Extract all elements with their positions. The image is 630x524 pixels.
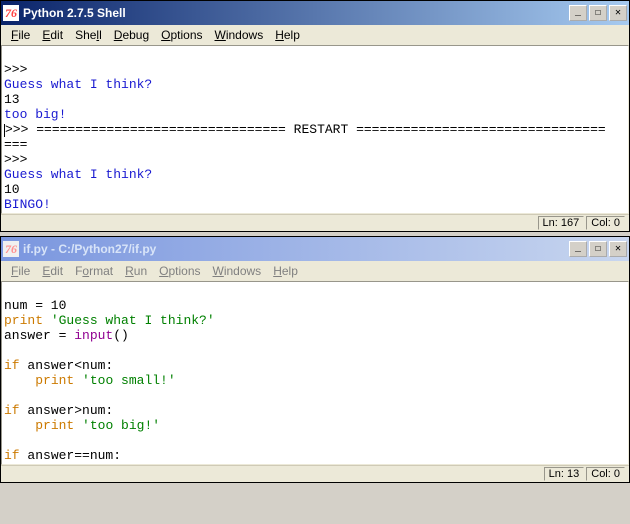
shell-titlebar[interactable]: 76 Python 2.7.5 Shell _ ☐ ✕	[1, 1, 629, 25]
shell-editor[interactable]: >>> Guess what I think? 13 too big! >>> …	[1, 45, 629, 214]
shell-output: Guess what I think?	[4, 77, 152, 92]
keyword: if	[4, 403, 20, 418]
shell-prompt: >>>	[5, 122, 36, 137]
code-line: num = 10	[4, 298, 66, 313]
string-literal: 'too small!'	[82, 373, 176, 388]
editor-window: 76 if.py - C:/Python27/if.py _ ☐ ✕ File …	[0, 236, 630, 483]
shell-statusbar: Ln: 167 Col: 0	[1, 214, 629, 231]
maximize-button[interactable]: ☐	[589, 241, 607, 257]
menu-debug[interactable]: Debug	[108, 27, 155, 43]
status-line: Ln: 13	[544, 467, 585, 481]
editor-titlebar[interactable]: 76 if.py - C:/Python27/if.py _ ☐ ✕	[1, 237, 629, 261]
restart-divider-tail: ===	[4, 137, 27, 152]
shell-window: 76 Python 2.7.5 Shell _ ☐ ✕ File Edit Sh…	[0, 0, 630, 232]
shell-title-text: Python 2.7.5 Shell	[23, 6, 569, 20]
menu-file[interactable]: File	[5, 27, 36, 43]
shell-output: BINGO!	[4, 197, 51, 212]
code-text: answer =	[4, 328, 74, 343]
shell-menubar: File Edit Shell Debug Options Windows He…	[1, 25, 629, 45]
menu-shell[interactable]: Shell	[69, 27, 108, 43]
menu-help[interactable]: Help	[267, 263, 304, 279]
keyword: print	[35, 373, 74, 388]
menu-file[interactable]: File	[5, 263, 36, 279]
shell-output: Guess what I think?	[4, 167, 152, 182]
menu-options[interactable]: Options	[155, 27, 208, 43]
python-icon: 76	[3, 5, 19, 21]
source-editor[interactable]: num = 10 print 'Guess what I think?' ans…	[1, 281, 629, 465]
shell-prompt: >>>	[4, 152, 35, 167]
menu-windows[interactable]: Windows	[209, 27, 270, 43]
editor-statusbar: Ln: 13 Col: 0	[1, 465, 629, 482]
keyword: if	[4, 448, 20, 463]
builtin: input	[74, 328, 113, 343]
close-button[interactable]: ✕	[609, 241, 627, 257]
maximize-button[interactable]: ☐	[589, 5, 607, 21]
menu-edit[interactable]: Edit	[36, 263, 69, 279]
keyword: print	[4, 313, 43, 328]
menu-run[interactable]: Run	[119, 263, 153, 279]
restart-divider: ================================ RESTART…	[36, 122, 606, 137]
editor-menubar: File Edit Format Run Options Windows Hel…	[1, 261, 629, 281]
menu-help[interactable]: Help	[269, 27, 306, 43]
string-literal: 'Guess what I think?'	[51, 313, 215, 328]
status-col: Col: 0	[586, 216, 625, 230]
menu-edit[interactable]: Edit	[36, 27, 69, 43]
minimize-button[interactable]: _	[569, 241, 587, 257]
keyword: if	[4, 358, 20, 373]
menu-options[interactable]: Options	[153, 263, 206, 279]
status-line: Ln: 167	[538, 216, 585, 230]
menu-windows[interactable]: Windows	[207, 263, 268, 279]
shell-prompt: >>>	[4, 62, 35, 77]
shell-user-input: 13	[4, 92, 20, 107]
status-col: Col: 0	[586, 467, 625, 481]
menu-format[interactable]: Format	[69, 263, 119, 279]
python-icon: 76	[3, 241, 19, 257]
close-button[interactable]: ✕	[609, 5, 627, 21]
string-literal: 'too big!'	[82, 418, 160, 433]
shell-user-input: 10	[4, 182, 20, 197]
editor-title-text: if.py - C:/Python27/if.py	[23, 242, 569, 256]
minimize-button[interactable]: _	[569, 5, 587, 21]
keyword: print	[35, 418, 74, 433]
shell-output: too big!	[4, 107, 66, 122]
